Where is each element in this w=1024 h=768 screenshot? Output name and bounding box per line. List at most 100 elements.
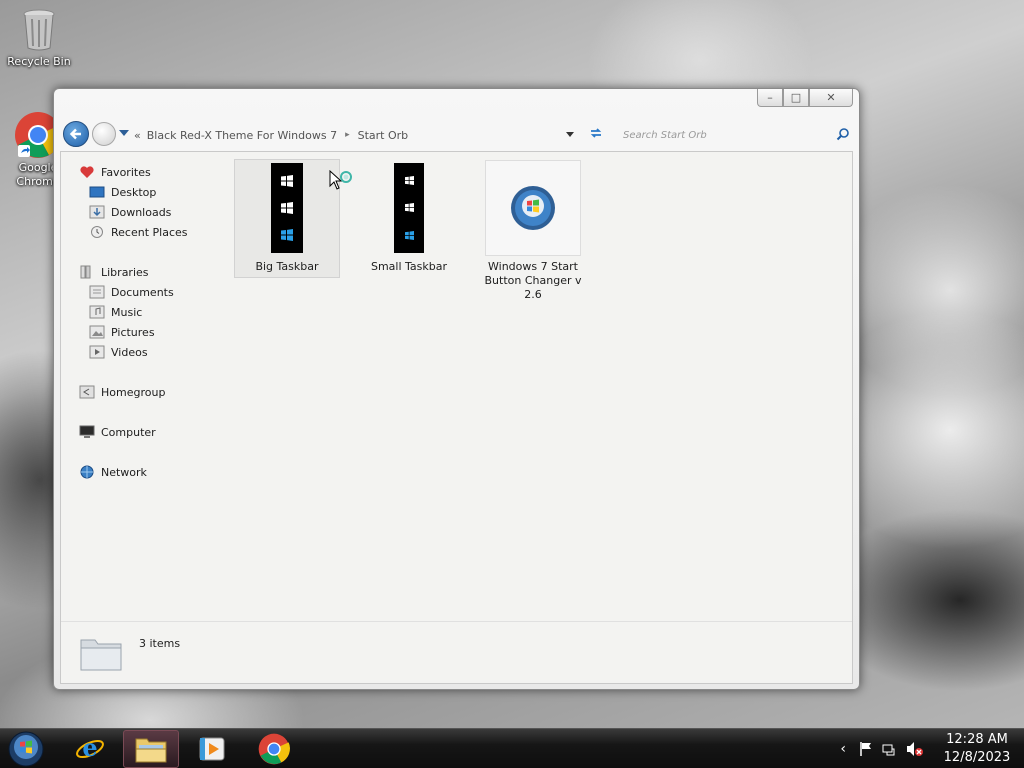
clock-date: 12/8/2023 xyxy=(943,750,1011,765)
network-icon xyxy=(80,465,94,479)
start-button[interactable] xyxy=(0,730,52,768)
search-input[interactable]: Search Start Orb xyxy=(623,130,707,141)
system-clock[interactable]: 12:28 AM 12/8/2023 xyxy=(930,731,1024,767)
clock-time: 12:28 AM xyxy=(946,732,1008,747)
file-item-start-button-changer[interactable]: Windows 7 Start Button Changer v 2.6 xyxy=(481,160,585,302)
chrome-icon xyxy=(258,733,290,765)
pictures-icon xyxy=(89,325,105,339)
explorer-window: – □ ✕ « Black Red-X Theme For Windows 7 … xyxy=(53,88,860,690)
small-taskbar-thumbnail xyxy=(361,160,457,256)
search-box[interactable]: Search Start Orb xyxy=(618,124,852,146)
nav-item-recent-places[interactable]: Recent Places xyxy=(89,222,188,242)
action-center-flag-icon[interactable] xyxy=(858,741,874,757)
taskbar: e ‹ 12:28 AM 12/8/2023 xyxy=(0,728,1024,768)
music-icon xyxy=(89,305,105,319)
nav-libraries-label: Libraries xyxy=(101,265,149,279)
big-taskbar-thumbnail xyxy=(239,160,335,256)
mouse-cursor-icon xyxy=(329,170,352,190)
window-controls: – □ ✕ xyxy=(757,89,853,107)
nav-computer-label: Computer xyxy=(101,425,156,439)
windows-logo-icon xyxy=(281,201,293,214)
nav-item-label: Desktop xyxy=(111,185,157,199)
nav-item-videos[interactable]: Videos xyxy=(89,342,148,362)
documents-icon xyxy=(89,285,105,299)
libraries-icon xyxy=(80,265,91,279)
nav-item-label: Downloads xyxy=(111,205,172,219)
taskbar-chrome[interactable] xyxy=(246,730,302,768)
nav-item-label: Recent Places xyxy=(111,225,188,239)
recent-places-icon xyxy=(91,226,103,238)
nav-item-label: Videos xyxy=(111,345,148,359)
nav-network-label: Network xyxy=(101,465,147,479)
address-dropdown-icon[interactable] xyxy=(566,132,574,137)
start-orb-icon xyxy=(511,186,555,230)
windows-logo-icon xyxy=(281,174,293,187)
file-name: Big Taskbar xyxy=(255,260,319,273)
navigation-pane: Favorites Desktop Downloads Recent Place… xyxy=(61,152,231,683)
windows-explorer-icon xyxy=(135,738,167,763)
nav-network[interactable]: Network xyxy=(79,462,147,482)
back-arrow-icon xyxy=(69,128,81,140)
nav-item-label: Music xyxy=(111,305,143,319)
nav-item-label: Pictures xyxy=(111,325,155,339)
nav-favorites[interactable]: Favorites xyxy=(79,162,151,182)
volume-muted-icon[interactable] xyxy=(906,741,924,757)
recycle-bin-shortcut[interactable]: Recycle Bin xyxy=(2,8,76,68)
videos-icon xyxy=(89,345,105,359)
nav-item-downloads[interactable]: Downloads xyxy=(89,202,171,222)
taskbar-internet-explorer[interactable]: e xyxy=(62,730,118,768)
forward-button[interactable] xyxy=(92,122,116,146)
nav-computer[interactable]: Computer xyxy=(79,422,156,442)
maximize-button[interactable]: □ xyxy=(783,89,809,107)
folder-icon xyxy=(80,639,122,671)
address-bar[interactable]: « Black Red-X Theme For Windows 7 ▸ Star… xyxy=(134,125,592,145)
recent-pages-dropdown-icon[interactable] xyxy=(119,130,129,136)
close-icon: ✕ xyxy=(826,91,836,104)
svg-text:e: e xyxy=(82,734,97,762)
windows-logo-icon xyxy=(404,203,414,213)
minimize-button[interactable]: – xyxy=(757,89,783,107)
refresh-icon xyxy=(590,128,602,138)
breadcrumb-separator-icon[interactable]: ▸ xyxy=(345,130,350,140)
heart-icon xyxy=(80,166,94,178)
show-hidden-icons-button[interactable]: ‹ xyxy=(840,741,846,757)
network-status-icon[interactable] xyxy=(882,741,898,757)
breadcrumb-theme-folder[interactable]: Black Red-X Theme For Windows 7 xyxy=(147,129,337,142)
file-name: Windows 7 Start Button Changer v 2.6 xyxy=(484,260,582,301)
item-count: 3 items xyxy=(139,637,181,650)
explorer-content: Favorites Desktop Downloads Recent Place… xyxy=(60,151,853,684)
start-orb xyxy=(8,731,44,767)
recycle-bin-icon xyxy=(23,9,55,51)
windows-logo-icon xyxy=(281,229,293,242)
minimize-icon: – xyxy=(767,91,773,104)
file-item-big-taskbar[interactable]: Big Taskbar xyxy=(234,159,340,278)
back-button[interactable] xyxy=(63,121,89,147)
close-button[interactable]: ✕ xyxy=(809,89,853,107)
breadcrumb-start-orb[interactable]: Start Orb xyxy=(358,129,409,142)
nav-item-music[interactable]: Music xyxy=(89,302,142,322)
address-overflow-icon[interactable]: « xyxy=(134,129,141,142)
nav-item-pictures[interactable]: Pictures xyxy=(89,322,155,342)
refresh-button[interactable] xyxy=(589,126,603,144)
start-button-changer-icon xyxy=(485,160,581,256)
nav-libraries[interactable]: Libraries xyxy=(79,262,149,282)
file-item-small-taskbar[interactable]: Small Taskbar xyxy=(357,160,461,274)
notification-area: ‹ 12:28 AM 12/8/2023 xyxy=(840,729,1024,768)
computer-icon xyxy=(79,425,95,438)
windows-logo-icon xyxy=(404,230,414,240)
nav-homegroup[interactable]: Homegroup xyxy=(79,382,165,402)
homegroup-icon xyxy=(79,385,95,399)
nav-homegroup-label: Homegroup xyxy=(101,385,166,399)
nav-item-documents[interactable]: Documents xyxy=(89,282,174,302)
file-list: Big Taskbar Small Taskbar Windows 7 Star… xyxy=(231,152,852,622)
desktop-folder-icon xyxy=(89,186,105,198)
search-icon[interactable] xyxy=(836,127,850,141)
taskbar-media-player[interactable] xyxy=(184,730,240,768)
details-pane: 3 items xyxy=(61,621,852,683)
taskbar-windows-explorer[interactable] xyxy=(123,730,179,768)
nav-item-label: Documents xyxy=(111,285,174,299)
nav-item-desktop[interactable]: Desktop xyxy=(89,182,156,202)
maximize-icon: □ xyxy=(790,91,802,104)
navigation-toolbar: « Black Red-X Theme For Windows 7 ▸ Star… xyxy=(60,119,852,149)
windows-logo-icon xyxy=(404,176,414,186)
